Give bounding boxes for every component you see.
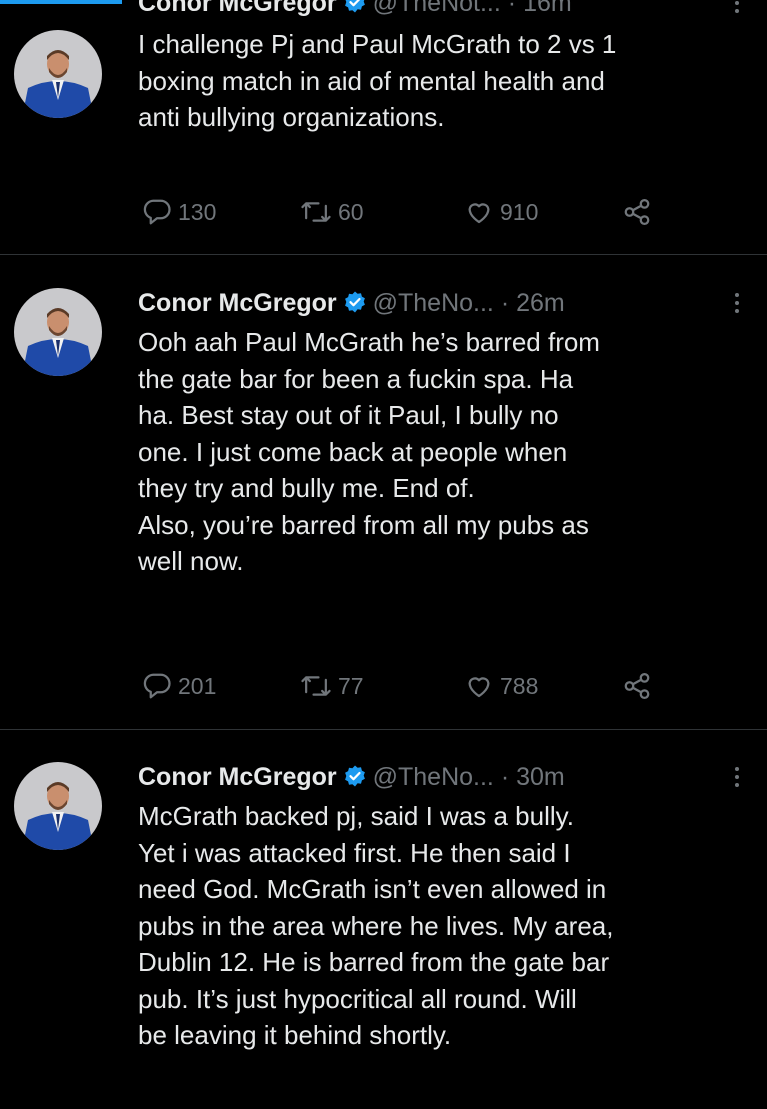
timestamp[interactable]: 16m (523, 0, 572, 17)
like-button[interactable]: 788 (464, 668, 538, 704)
author-name[interactable]: Conor McGregor (138, 763, 337, 791)
tweet[interactable]: Conor McGregor @TheNo... · 26m Ooh aah Pa… (0, 255, 767, 730)
author-handle[interactable]: @TheNo... (373, 289, 494, 317)
more-icon[interactable] (729, 285, 745, 321)
more-icon[interactable] (729, 759, 745, 795)
share-button[interactable] (622, 194, 652, 230)
separator-dot: · (500, 763, 510, 791)
tweet-text: McGrath backed pj, said I was a bully. Y… (138, 801, 614, 1050)
like-button[interactable]: 910 (464, 194, 538, 230)
reply-button[interactable]: 130 (142, 194, 216, 230)
tweet-actions: 130 60 910 (142, 194, 702, 230)
author-name[interactable]: Conor McGregor (138, 289, 337, 317)
separator-dot: · (507, 0, 517, 17)
share-icon (622, 671, 652, 701)
author-handle[interactable]: @TheNo... (373, 763, 494, 791)
retweet-button[interactable]: 77 (300, 668, 364, 704)
tweet-header: Conor McGregor @TheNo... · 30m (138, 759, 749, 795)
verified-badge-icon (343, 0, 367, 24)
retweet-icon (300, 197, 332, 227)
author-name[interactable]: Conor McGregor (138, 0, 337, 17)
tweet[interactable]: Conor McGregor @TheNo... · 30m McGrath ba… (0, 730, 767, 1109)
more-icon[interactable] (729, 0, 745, 21)
tweet-header: Conor McGregor @TheNo... · 26m (138, 285, 749, 321)
tweet[interactable]: Conor McGregor @TheNot... · 16m I challen… (0, 0, 767, 255)
tweet-text: Ooh aah Paul McGrath he’s barred from th… (138, 327, 600, 576)
retweet-button[interactable]: 60 (300, 194, 364, 230)
like-count: 788 (500, 672, 539, 699)
share-button[interactable] (622, 668, 652, 704)
like-count: 910 (500, 198, 539, 225)
reply-count: 130 (178, 198, 217, 225)
reply-count: 201 (178, 672, 217, 699)
avatar[interactable] (14, 288, 102, 376)
retweet-count: 60 (338, 198, 364, 225)
like-icon (464, 671, 494, 701)
tweet-header: Conor McGregor @TheNot... · 16m (138, 0, 749, 21)
reply-icon (142, 671, 172, 701)
verified-badge-icon (343, 762, 367, 798)
author-handle[interactable]: @TheNot... (373, 0, 501, 17)
avatar[interactable] (14, 30, 102, 118)
timestamp[interactable]: 26m (516, 289, 565, 317)
reply-button[interactable]: 201 (142, 668, 216, 704)
timestamp[interactable]: 30m (516, 763, 565, 791)
separator-dot: · (500, 289, 510, 317)
avatar[interactable] (14, 762, 102, 850)
reply-icon (142, 197, 172, 227)
retweet-icon (300, 671, 332, 701)
share-icon (622, 197, 652, 227)
verified-badge-icon (343, 288, 367, 324)
like-icon (464, 197, 494, 227)
retweet-count: 77 (338, 672, 364, 699)
tweet-text: I challenge Pj and Paul McGrath to 2 vs … (138, 29, 617, 132)
tweet-actions: 201 77 788 (142, 668, 702, 704)
